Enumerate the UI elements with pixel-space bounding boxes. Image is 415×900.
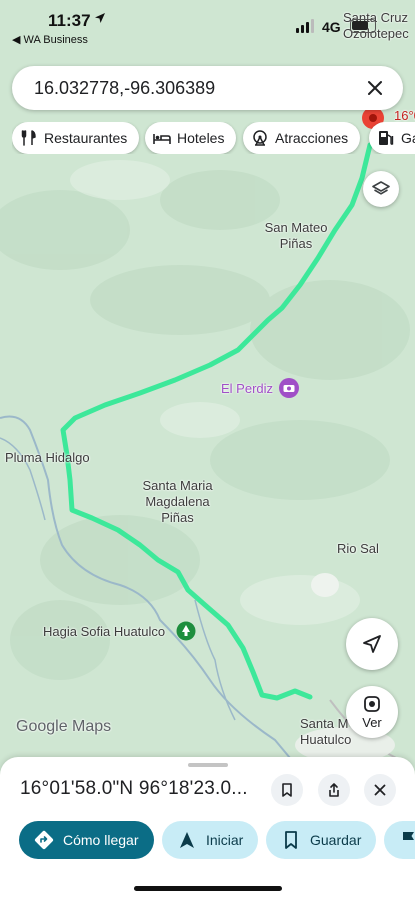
camera-lens-icon: [364, 696, 380, 712]
save-label: Guardar: [310, 832, 362, 848]
chip-label: Hoteles: [177, 130, 225, 146]
place-rio-sal: Rio Sal: [337, 541, 379, 556]
place-pluma-hidalgo: Pluma Hidalgo: [5, 450, 90, 465]
bed-icon: [153, 134, 171, 144]
flag-icon: [403, 832, 414, 848]
chip-atracciones[interactable]: Atracciones: [243, 122, 361, 154]
close-sheet-button[interactable]: [364, 774, 396, 806]
share-icon: [329, 783, 339, 797]
layers-icon: [372, 181, 390, 195]
battery-level: [352, 21, 368, 30]
start-button[interactable]: Iniciar: [162, 821, 258, 859]
save-button[interactable]: Guardar: [266, 821, 376, 859]
chip-gasolineras[interactable]: Ga: [369, 122, 415, 154]
search-input[interactable]: 16.032778,-96.306389: [34, 78, 215, 99]
layers-button[interactable]: [363, 171, 399, 207]
lens-view-button[interactable]: Ver: [346, 686, 398, 738]
chip-label: Atracciones: [275, 130, 349, 146]
location-services-icon: [95, 13, 105, 23]
sheet-drag-handle[interactable]: [188, 763, 228, 767]
network-type: 4G: [322, 19, 341, 35]
home-indicator[interactable]: [134, 886, 282, 891]
back-to-app-link[interactable]: ◀ WA Business: [12, 33, 88, 46]
category-chips: Restaurantes Hoteles Atracciones Ga: [12, 122, 415, 154]
place-bottom-sheet[interactable]: 16°01'58.0"N 96°18'23.0... Cómo llegar I…: [0, 757, 415, 900]
signal-strength-icon: [296, 19, 314, 33]
navigation-arrow-icon: [180, 832, 194, 848]
battery-icon: [350, 19, 376, 33]
chip-label: Ga: [401, 130, 415, 146]
directions-label: Cómo llegar: [63, 832, 139, 848]
my-location-button[interactable]: [346, 618, 398, 670]
close-icon: [374, 784, 386, 796]
bookmark-icon: [282, 783, 292, 797]
gas-pump-icon: [379, 131, 394, 145]
navigation-arrow-icon: [363, 635, 381, 653]
action-buttons-row: Cómo llegar Iniciar Guardar: [0, 821, 415, 859]
place-title-coordinates: 16°01'58.0"N 96°18'23.0...: [20, 778, 248, 799]
ferris-wheel-icon: [253, 130, 267, 146]
chip-label: Restaurantes: [44, 130, 128, 146]
share-button[interactable]: [318, 774, 350, 806]
search-bar[interactable]: 16.032778,-96.306389: [12, 66, 403, 110]
directions-icon: [34, 830, 54, 850]
chip-hoteles[interactable]: Hoteles: [145, 122, 237, 154]
directions-button[interactable]: Cómo llegar: [19, 821, 154, 859]
fork-knife-icon: [21, 130, 36, 146]
lens-view-label: Ver: [362, 715, 382, 730]
place-el-perdiz: El Perdiz: [221, 381, 274, 396]
park-tree-icon[interactable]: [176, 621, 196, 641]
status-time: 11:37: [48, 11, 91, 30]
map-view[interactable]: 16°0 Santa Cruz Ozolotepec San Mateo Piñ…: [0, 0, 415, 770]
start-label: Iniciar: [206, 832, 244, 848]
place-hagia-sofia: Hagia Sofia Huatulco: [43, 624, 166, 639]
place-san-mateo: San Mateo Piñas: [264, 220, 328, 251]
status-bar: 11:37 ◀ WA Business 4G: [0, 0, 415, 52]
google-maps-logo: Google Maps: [16, 718, 112, 735]
save-place-button[interactable]: [271, 774, 303, 806]
close-icon[interactable]: [359, 72, 391, 104]
camera-attraction-icon[interactable]: [278, 377, 300, 399]
label-button[interactable]: [384, 821, 415, 859]
place-santa-maria-magdalena: Santa Maria Magdalena Piñas: [142, 478, 213, 525]
bookmark-icon: [285, 831, 297, 849]
chip-restaurantes[interactable]: Restaurantes: [12, 122, 140, 154]
